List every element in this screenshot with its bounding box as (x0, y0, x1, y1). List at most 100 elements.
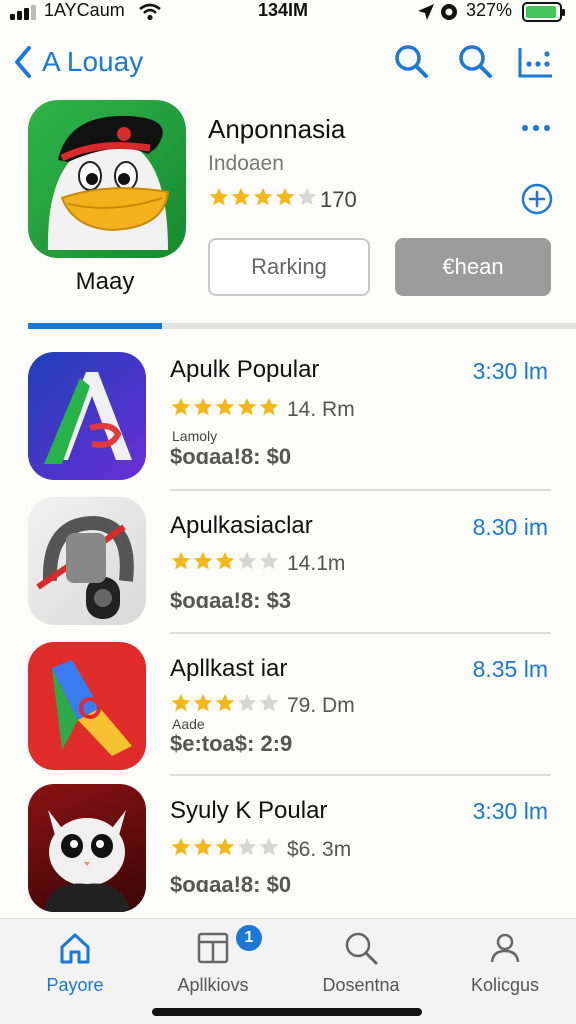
app-icon-headphones[interactable] (28, 497, 146, 625)
rating-text: 14.1m (287, 552, 346, 575)
chart-icon[interactable] (516, 42, 556, 82)
battery-icon (522, 2, 565, 22)
status-bar: 1AYCaum 134IM 327% (0, 0, 576, 26)
back-button[interactable]: A Louay (12, 42, 162, 82)
featured-app-subtitle: Indoaen (208, 152, 284, 175)
tab-home[interactable]: Payore (10, 930, 140, 996)
search-icon[interactable] (392, 42, 432, 82)
featured-rating: 170 (208, 186, 357, 214)
tab-label: Apllkiovs (177, 975, 249, 995)
app-title: Apllkast iar (170, 655, 288, 682)
alarm-icon (441, 4, 457, 20)
battery-percent: 327% (466, 0, 513, 20)
star-empty-icon (237, 693, 257, 712)
star-filled-icon (171, 837, 191, 856)
segment-indicator (28, 323, 576, 329)
play-logo-icon (52, 660, 132, 756)
carrier-name: 1AYCaum (44, 0, 125, 20)
back-label: A Louay (42, 46, 144, 77)
star-filled-icon (237, 397, 257, 416)
app-rating: 14. Rm (170, 396, 355, 424)
app-price: $e:toa$: 2:9 (170, 731, 293, 756)
star-filled-icon (215, 837, 235, 856)
more-icon[interactable] (520, 116, 552, 140)
star-filled-icon (231, 187, 251, 206)
app-title: Apulkasiaclar (170, 512, 313, 539)
star-filled-icon (193, 551, 213, 570)
rating-text: 79. Dm (287, 694, 355, 717)
app-price: $oɑaa!8: $3 (170, 588, 292, 613)
app-time: 3:30 lm (472, 358, 548, 384)
headphones-icon (36, 515, 134, 619)
app-price: $oɑaa!8: $0 (170, 444, 292, 469)
star-filled-icon (193, 693, 213, 712)
home-indicator (152, 1008, 422, 1016)
letter-a-logo-icon (44, 372, 132, 464)
featured-app-title: Anponnasia (208, 114, 346, 144)
tab-search[interactable]: Dosentna (296, 930, 426, 996)
featured-app-icon[interactable] (28, 100, 186, 258)
tab-profile[interactable]: Kolicgus (440, 930, 570, 996)
app-price: $oɑaa!8: $0 (170, 872, 292, 897)
search-icon (345, 932, 378, 965)
star-rating (170, 396, 280, 424)
add-icon[interactable] (520, 182, 554, 216)
star-filled-icon (209, 187, 229, 206)
person-icon (490, 933, 520, 963)
duck-mascot-icon (47, 115, 170, 250)
app-tag: Aade (172, 716, 205, 732)
star-filled-icon (215, 693, 235, 712)
star-rating (170, 836, 280, 864)
star-empty-icon (259, 837, 279, 856)
featured-app-caption: Maay (75, 268, 135, 295)
star-filled-icon (171, 693, 191, 712)
app-icon-play[interactable] (28, 642, 146, 770)
star-filled-icon (171, 551, 191, 570)
search-icon-secondary[interactable] (456, 42, 496, 82)
star-filled-icon (275, 187, 295, 206)
app-icon-cat[interactable] (28, 784, 146, 912)
cat-mascot-icon (44, 810, 130, 912)
app-title: Syuly K Poular (170, 797, 328, 824)
signal-icon (10, 4, 40, 20)
star-empty-icon (237, 551, 257, 570)
get-button[interactable]: €hean (395, 238, 551, 296)
apps-icon (197, 932, 229, 964)
star-filled-icon (215, 397, 235, 416)
star-empty-icon (297, 187, 317, 206)
app-rating: 14.1m (170, 550, 345, 578)
app-tag: Lamoly (172, 428, 218, 444)
star-empty-icon (259, 693, 279, 712)
star-filled-icon (193, 397, 213, 416)
tab-label: Dosentna (322, 975, 400, 995)
star-filled-icon (215, 551, 235, 570)
ranking-button[interactable]: Rarking (208, 238, 370, 296)
rating-text: $6. 3m (287, 838, 352, 861)
star-filled-icon (193, 837, 213, 856)
star-filled-icon (259, 397, 279, 416)
status-time: 134IM (258, 0, 309, 20)
star-rating (170, 550, 280, 578)
home-icon (60, 933, 90, 964)
app-time: 3:30 lm (472, 798, 548, 824)
app-rating: $6. 3m (170, 836, 351, 864)
row-divider (170, 774, 551, 776)
rating-text: 14. Rm (287, 398, 355, 421)
wifi-icon (139, 3, 161, 21)
chevron-left-icon (15, 46, 31, 78)
star-filled-icon (171, 397, 191, 416)
location-icon (418, 4, 434, 20)
app-time: 8.35 lm (472, 656, 548, 682)
app-icon-a[interactable] (28, 352, 146, 480)
app-title: Apulk Popular (170, 356, 320, 383)
app-time: 8.30 im (472, 514, 548, 540)
rating-count: 170 (320, 187, 357, 212)
tab-label: Payore (46, 975, 104, 995)
star-filled-icon (253, 187, 273, 206)
star-rating (208, 186, 318, 214)
star-empty-icon (259, 551, 279, 570)
row-divider (170, 632, 551, 634)
row-divider (170, 489, 551, 491)
notification-badge: 1 (236, 925, 262, 951)
star-empty-icon (237, 837, 257, 856)
